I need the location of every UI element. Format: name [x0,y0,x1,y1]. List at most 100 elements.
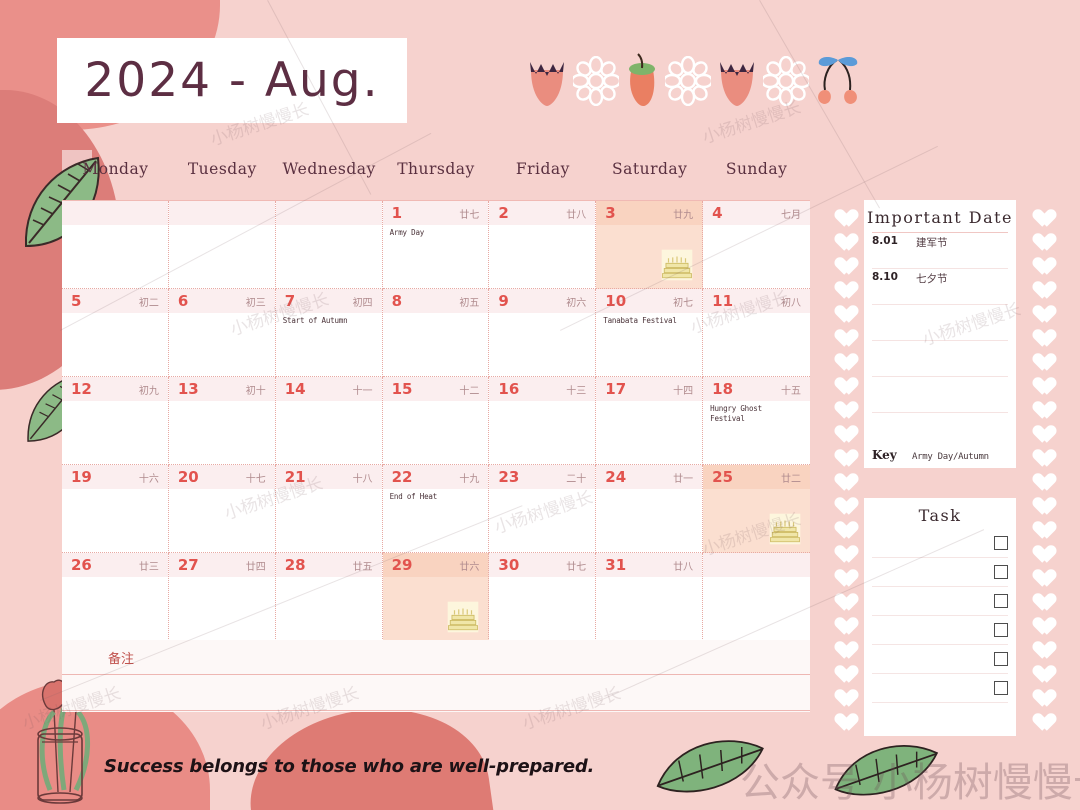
important-date-row[interactable] [872,377,1008,413]
calendar-cell[interactable]: 18 十五 Hungry Ghost Festival [703,377,810,465]
calendar-cell-header: 19 十六 [62,465,168,489]
lunar-date: 十八 [352,473,373,485]
calendar-grid: 1 廿七 Army Day 2 廿八 3 廿九 4 七月 5 初二 6 初三 7 初四 Start of Au… [62,200,810,641]
task-checkbox[interactable] [994,623,1008,637]
day-number: 31 [605,556,627,574]
calendar-cell[interactable]: 29 廿六 [382,553,490,641]
important-date-row[interactable]: 8.01 建军节 [872,233,1008,269]
heart-icon [831,394,852,413]
calendar-cell[interactable]: 12 初九 [62,377,169,465]
calendar-cell[interactable]: 19 十六 [62,465,169,553]
day-number: 12 [71,380,92,398]
calendar-cell[interactable]: 24 廿一 [596,465,704,553]
important-date-panel: Important Date 8.01 建军节 8.10 七夕节 Key Army D… [864,200,1016,468]
calendar-cell-header: 6 初三 [168,289,275,313]
calendar-cell-header: 27 廿四 [168,553,275,577]
task-checkbox[interactable] [994,594,1008,608]
heart-icon [831,418,852,437]
important-date-row[interactable] [872,305,1008,341]
lunar-date: 初八 [780,297,801,309]
lunar-date: 廿一 [673,473,694,485]
calendar-cell[interactable]: 20 十七 [168,465,276,553]
task-row[interactable] [872,645,1008,674]
lunar-date: 廿五 [352,561,373,573]
heart-icon [1029,562,1050,581]
heart-icon [831,562,852,581]
lunar-date: 廿四 [245,561,266,573]
heart-icon [1029,442,1050,461]
calendar-cell[interactable]: 9 初六 [489,289,597,377]
task-checkbox[interactable] [994,652,1008,666]
day-number: 10 [605,292,627,310]
calendar-cell[interactable]: 7 初四 Start of Autumn [275,289,383,377]
calendar-cell[interactable]: 17 十四 [596,377,704,465]
weekday-tuesday: Tuesday [187,160,257,178]
flower-outline-icon [573,56,619,106]
day-number: 1 [391,204,402,222]
calendar-cell[interactable]: 8 初五 [382,289,490,377]
calendar-cell-header: 23 二十 [489,465,596,489]
calendar-cell[interactable]: 31 廿八 [596,553,704,641]
task-row[interactable] [872,616,1008,645]
lunar-date: 廿九 [673,209,694,221]
day-number: 14 [284,380,306,398]
calendar-cell[interactable]: 21 十八 [275,465,383,553]
calendar-cell[interactable]: 2 廿八 [489,201,597,289]
calendar-cell[interactable]: 3 廿九 [596,201,704,289]
heart-icon [831,634,852,653]
lunar-date: 廿二 [780,473,801,485]
heart-icon [1029,538,1050,557]
heart-icon [831,346,852,365]
heart-icon [831,466,852,485]
calendar-cell-header: 4 七月 [703,201,810,225]
calendar-cell[interactable]: 6 初三 [168,289,276,377]
calendar-cell[interactable]: 16 十三 [489,377,597,465]
task-checkbox[interactable] [994,681,1008,695]
day-event-label: End of Heat [389,492,438,501]
heart-icon [831,370,852,389]
notes-section[interactable]: 备注 [62,640,810,712]
day-number: 2 [498,204,509,222]
calendar-cell-header: 11 初八 [703,289,810,313]
calendar-cell[interactable]: 1 廿七 Army Day [382,201,490,289]
task-checkbox[interactable] [994,536,1008,550]
calendar-cell[interactable]: 5 初二 [62,289,169,377]
task-row[interactable] [872,529,1008,558]
calendar-cell[interactable]: 26 廿三 [62,553,169,641]
calendar-cell[interactable]: 27 廿四 [168,553,276,641]
day-number: 13 [177,380,199,398]
weekday-wednesday: Wednesday [282,160,376,178]
lunar-date: 十二 [459,385,480,397]
important-date-title: Important Date [866,208,1014,227]
fruit-decoration-row [525,48,858,114]
lunar-date: 十五 [780,385,801,397]
calendar-cell[interactable]: 15 十二 [382,377,490,465]
important-date-row[interactable]: 8.10 七夕节 [872,269,1008,305]
calendar-cell[interactable]: 25 廿二 [703,465,810,553]
calendar-cell[interactable]: 4 七月 [703,201,810,289]
day-number: 11 [712,292,734,310]
task-row[interactable] [872,587,1008,616]
calendar-cell[interactable]: 10 初七 Tanabata Festival [596,289,704,377]
calendar-cell[interactable]: 14 十一 [275,377,383,465]
lunar-date: 廿八 [673,561,694,573]
important-date-row[interactable] [872,341,1008,377]
day-event-label: Army Day [389,228,425,237]
title-banner: 2024 - Aug. [57,38,407,123]
day-number: 8 [391,292,402,310]
calendar-cell[interactable]: 28 廿五 [275,553,383,641]
calendar-cell-header: 25 廿二 [703,465,810,489]
calendar-cell[interactable]: 13 初十 [168,377,276,465]
calendar-cell[interactable]: 22 十九 End of Heat [382,465,490,553]
day-number: 24 [605,468,627,486]
task-row[interactable] [872,558,1008,587]
calendar-cell[interactable]: 30 廿七 [489,553,597,641]
task-checkbox[interactable] [994,565,1008,579]
calendar-cell-header: 14 十一 [275,377,382,401]
calendar-cell[interactable]: 23 二十 [489,465,597,553]
task-row[interactable] [872,674,1008,703]
day-number: 22 [391,468,413,486]
calendar-cell[interactable]: 11 初八 [703,289,810,377]
heart-icon [1029,490,1050,509]
calendar-cell-header: 13 初十 [168,377,275,401]
